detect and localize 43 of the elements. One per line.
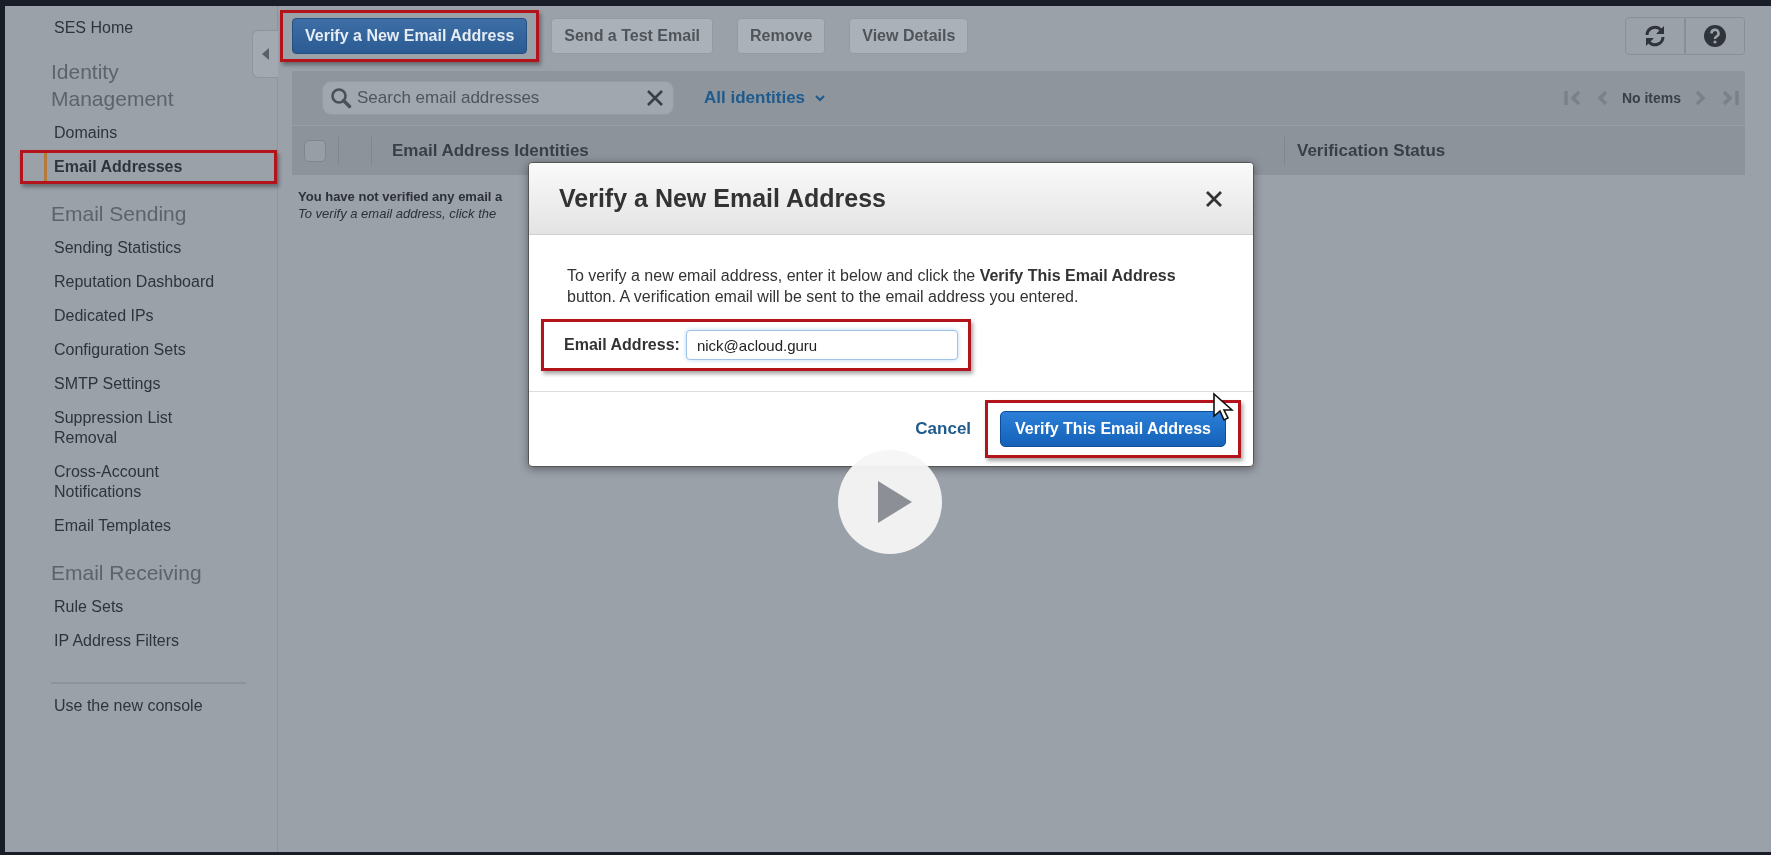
sidebar-item[interactable]: IP Address Filters: [54, 627, 234, 655]
dialog-title: Verify a New Email Address: [559, 184, 886, 213]
verify-button[interactable]: Verify This Email Address: [1000, 411, 1226, 447]
cursor-icon: [1212, 392, 1234, 422]
sidebar-item[interactable]: Configuration Sets: [54, 336, 234, 364]
section-heading: Email Sending: [51, 201, 188, 227]
sidebar-item[interactable]: Sending Statistics: [54, 234, 234, 262]
sidebar-item[interactable]: Email Addresses: [44, 153, 224, 181]
play-icon: [878, 481, 912, 523]
column-header: Verification Status: [1297, 140, 1447, 161]
sidebar-item[interactable]: Email Templates: [54, 512, 234, 540]
sidebar-item[interactable]: Domains: [54, 119, 234, 147]
chevron-icon: [815, 94, 826, 102]
sidebar-link[interactable]: SES Home: [54, 14, 234, 42]
close-icon: [1205, 189, 1223, 208]
refresh-button[interactable]: [1625, 17, 1685, 55]
sidebar-item[interactable]: Reputation Dashboard: [54, 268, 234, 296]
email-input[interactable]: nick@acloud.guru: [685, 330, 958, 360]
help-icon: [1704, 25, 1726, 47]
cancel-link[interactable]: Cancel: [915, 419, 972, 439]
column-header: Email Address Identities: [392, 140, 590, 161]
pagination-status: No items: [1621, 90, 1681, 106]
collapse-button[interactable]: [252, 30, 278, 78]
sidebar-item[interactable]: Rule Sets: [54, 593, 234, 621]
section-heading: Email Receiving: [51, 560, 203, 586]
clear-icon[interactable]: [646, 89, 664, 107]
help-button[interactable]: [1685, 17, 1745, 55]
close-button[interactable]: [1205, 189, 1223, 208]
toolbar-button[interactable]: Verify a New Email Address: [292, 18, 528, 54]
section-heading: Identity Management: [51, 59, 175, 112]
search-field[interactable]: Search email addresses: [322, 81, 674, 115]
search-icon: [330, 87, 352, 109]
empty-hint: To verify a email address, click the: [298, 206, 497, 221]
caret-icon: [261, 48, 270, 60]
dialog-description: To verify a new email address, enter it below and click the Verify This Email Address button. A verification email will be sent to the email address you entered.: [567, 266, 1177, 307]
select-all-checkbox[interactable]: [304, 139, 326, 162]
sidebar-item[interactable]: Suppression List Removal: [54, 404, 234, 452]
empty-message: You have not verified any email a: [298, 189, 503, 204]
sidebar-item[interactable]: SMTP Settings: [54, 370, 234, 398]
sidebar-item[interactable]: Cross-Account Notifications: [54, 458, 234, 506]
field-label: Email Address:: [564, 336, 680, 354]
sidebar-link[interactable]: Use the new console: [54, 692, 234, 720]
sidebar-item[interactable]: Dedicated IPs: [54, 302, 234, 330]
